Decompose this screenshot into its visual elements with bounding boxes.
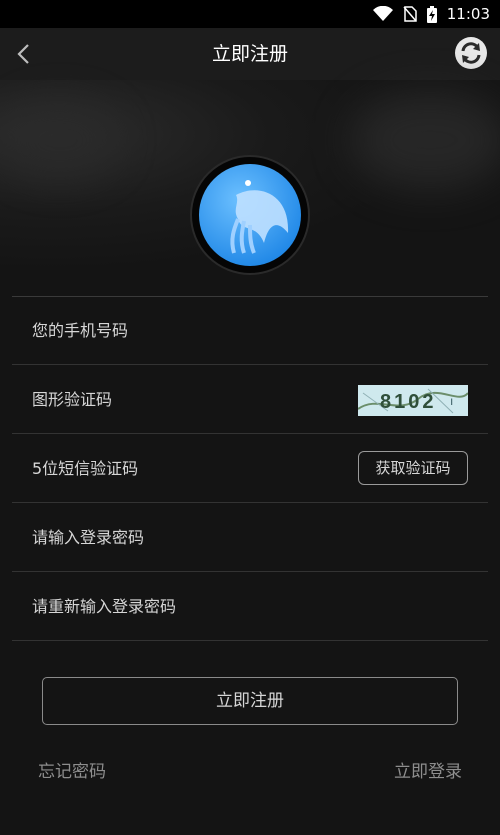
battery-charging-icon xyxy=(426,5,437,23)
background-blur xyxy=(0,100,120,180)
captcha-image[interactable]: 8102 ı xyxy=(357,385,469,416)
svg-text:ı: ı xyxy=(450,394,453,408)
sms-code-label: 5位短信验证码 xyxy=(32,459,139,478)
register-button[interactable]: 立即注册 xyxy=(42,677,458,725)
phone-field[interactable]: 您的手机号码 xyxy=(12,297,488,365)
forgot-password-link[interactable]: 忘记密码 xyxy=(38,757,106,782)
get-sms-code-button[interactable]: 获取验证码 xyxy=(358,451,468,485)
status-time: 11:03 xyxy=(446,5,490,23)
background-blur xyxy=(350,90,500,190)
captcha-text: 8102 xyxy=(380,391,437,413)
sms-code-field[interactable]: 5位短信验证码 获取验证码 xyxy=(12,435,488,503)
wifi-icon xyxy=(372,6,393,21)
captcha-field[interactable]: 图形验证码 8102 ı xyxy=(12,366,488,434)
captcha-graphic: 8102 ı xyxy=(357,385,469,416)
chevron-left-icon xyxy=(17,44,29,64)
back-button[interactable] xyxy=(10,40,38,68)
password-confirm-label: 请重新输入登录密码 xyxy=(32,597,177,616)
refresh-button[interactable] xyxy=(454,36,488,70)
app-logo xyxy=(190,155,310,275)
refresh-icon xyxy=(455,37,487,69)
password-confirm-field[interactable]: 请重新输入登录密码 xyxy=(12,573,488,641)
login-now-link[interactable]: 立即登录 xyxy=(394,757,462,782)
hero-banner xyxy=(0,80,500,296)
captcha-label: 图形验证码 xyxy=(32,390,113,409)
password-label: 请输入登录密码 xyxy=(32,528,145,547)
no-sim-icon xyxy=(403,6,417,22)
status-bar: 11:03 xyxy=(0,0,500,28)
password-field[interactable]: 请输入登录密码 xyxy=(12,504,488,572)
wave-logo-icon xyxy=(199,164,301,266)
phone-label: 您的手机号码 xyxy=(32,321,129,340)
app-bar: 立即注册 xyxy=(0,28,500,80)
page-title: 立即注册 xyxy=(211,43,288,65)
